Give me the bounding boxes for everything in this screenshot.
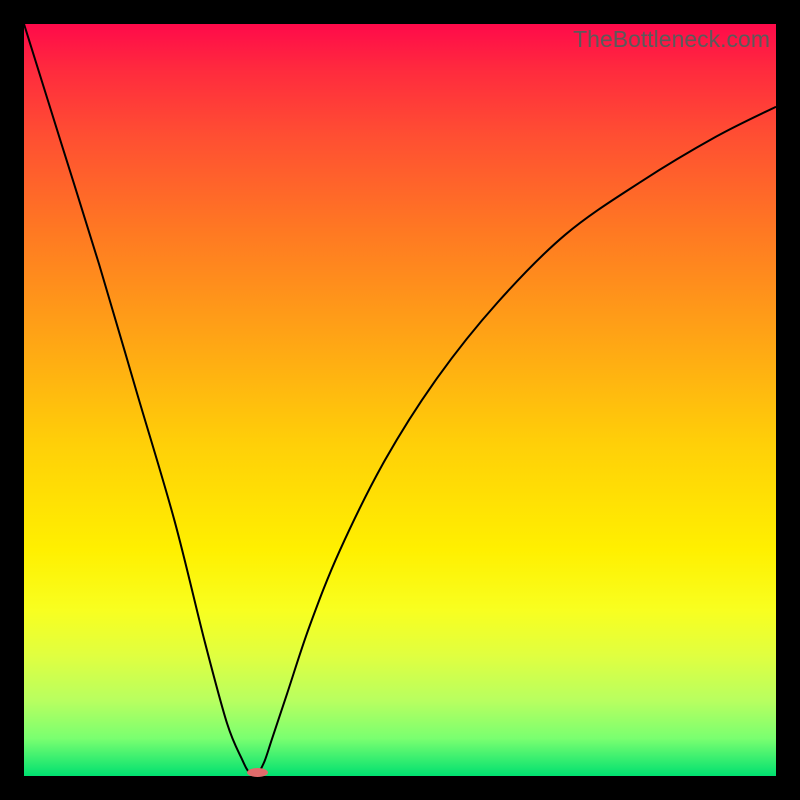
curve-layer [24,24,776,776]
chart-root: TheBottleneck.com [0,0,800,800]
curve-right [257,107,776,776]
plot-area: TheBottleneck.com [24,24,776,776]
curve-left [24,24,257,776]
minimum-marker [247,768,268,777]
watermark-label: TheBottleneck.com [567,24,776,57]
